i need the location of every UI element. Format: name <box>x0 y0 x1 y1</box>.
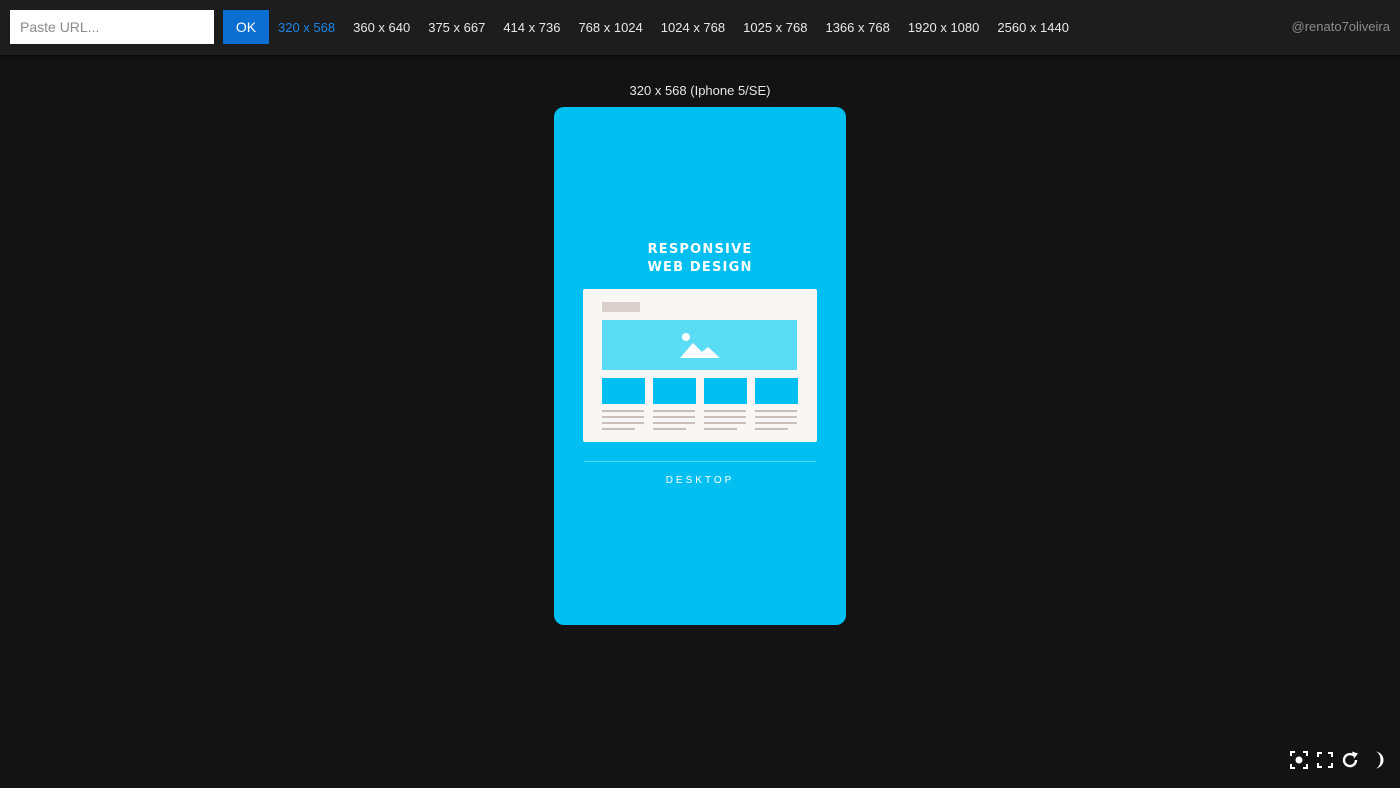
size-link-1366x768[interactable]: 1366 x 768 <box>825 20 889 35</box>
url-input[interactable] <box>10 10 214 44</box>
illustration-text-line <box>755 422 797 424</box>
illustration-text-line <box>602 410 644 412</box>
illustration-text-line <box>653 410 695 412</box>
size-link-1920x1080[interactable]: 1920 x 1080 <box>908 20 980 35</box>
illustration-text-line <box>704 422 746 424</box>
illustration-text-line <box>704 416 746 418</box>
size-link-768x1024[interactable]: 768 x 1024 <box>578 20 642 35</box>
illustration-column-block <box>755 378 798 404</box>
illustration-column-block <box>704 378 747 404</box>
size-link-1025x768[interactable]: 1025 x 768 <box>743 20 807 35</box>
top-toolbar: OK 320 x 568 360 x 640 375 x 667 414 x 7… <box>0 0 1400 56</box>
illustration-column-block <box>602 378 645 404</box>
ok-button[interactable]: OK <box>223 10 269 44</box>
desktop-caption: DESKTOP <box>665 475 735 486</box>
illustration-text-line <box>602 428 635 430</box>
illustration-text-line <box>755 416 797 418</box>
divider <box>584 461 816 462</box>
image-icon <box>680 333 720 358</box>
illustration-text-line <box>602 422 644 424</box>
illustration-text-line <box>653 428 686 430</box>
size-link-360x640[interactable]: 360 x 640 <box>353 20 410 35</box>
rwd-title: RESPONSIVE WEB DESIGN <box>554 241 846 277</box>
reload-icon[interactable] <box>1340 750 1360 770</box>
size-link-375x667[interactable]: 375 x 667 <box>428 20 485 35</box>
rwd-title-line2: WEB DESIGN <box>647 260 753 275</box>
browser-illustration <box>583 289 817 442</box>
size-link-2560x1440[interactable]: 2560 x 1440 <box>997 20 1069 35</box>
illustration-column-block <box>653 378 696 404</box>
illustration-text-line <box>602 416 644 418</box>
fullscreen-icon[interactable] <box>1315 750 1335 770</box>
resolution-list: 320 x 568 360 x 640 375 x 667 414 x 736 … <box>278 0 1087 55</box>
author-link[interactable]: @renato7oliveira <box>1292 19 1390 34</box>
illustration-text-line <box>653 422 695 424</box>
theme-toggle-icon[interactable] <box>1366 750 1386 770</box>
screenshot-icon[interactable] <box>1289 750 1309 770</box>
illustration-text-line <box>755 410 797 412</box>
size-link-1024x768[interactable]: 1024 x 768 <box>661 20 725 35</box>
illustration-text-line <box>755 428 788 430</box>
illustration-text-line <box>653 416 695 418</box>
illustration-text-line <box>704 410 746 412</box>
rwd-title-line1: RESPONSIVE <box>647 242 753 257</box>
illustration-hero <box>602 320 797 370</box>
illustration-text-line <box>704 428 737 430</box>
device-frame[interactable]: RESPONSIVE WEB DESIGN DESKTOP <box>554 107 846 625</box>
size-link-320x568[interactable]: 320 x 568 <box>278 20 335 35</box>
illustration-nav-bar <box>602 302 640 312</box>
size-link-414x736[interactable]: 414 x 736 <box>503 20 560 35</box>
device-label: 320 x 568 (Iphone 5/SE) <box>629 83 771 98</box>
